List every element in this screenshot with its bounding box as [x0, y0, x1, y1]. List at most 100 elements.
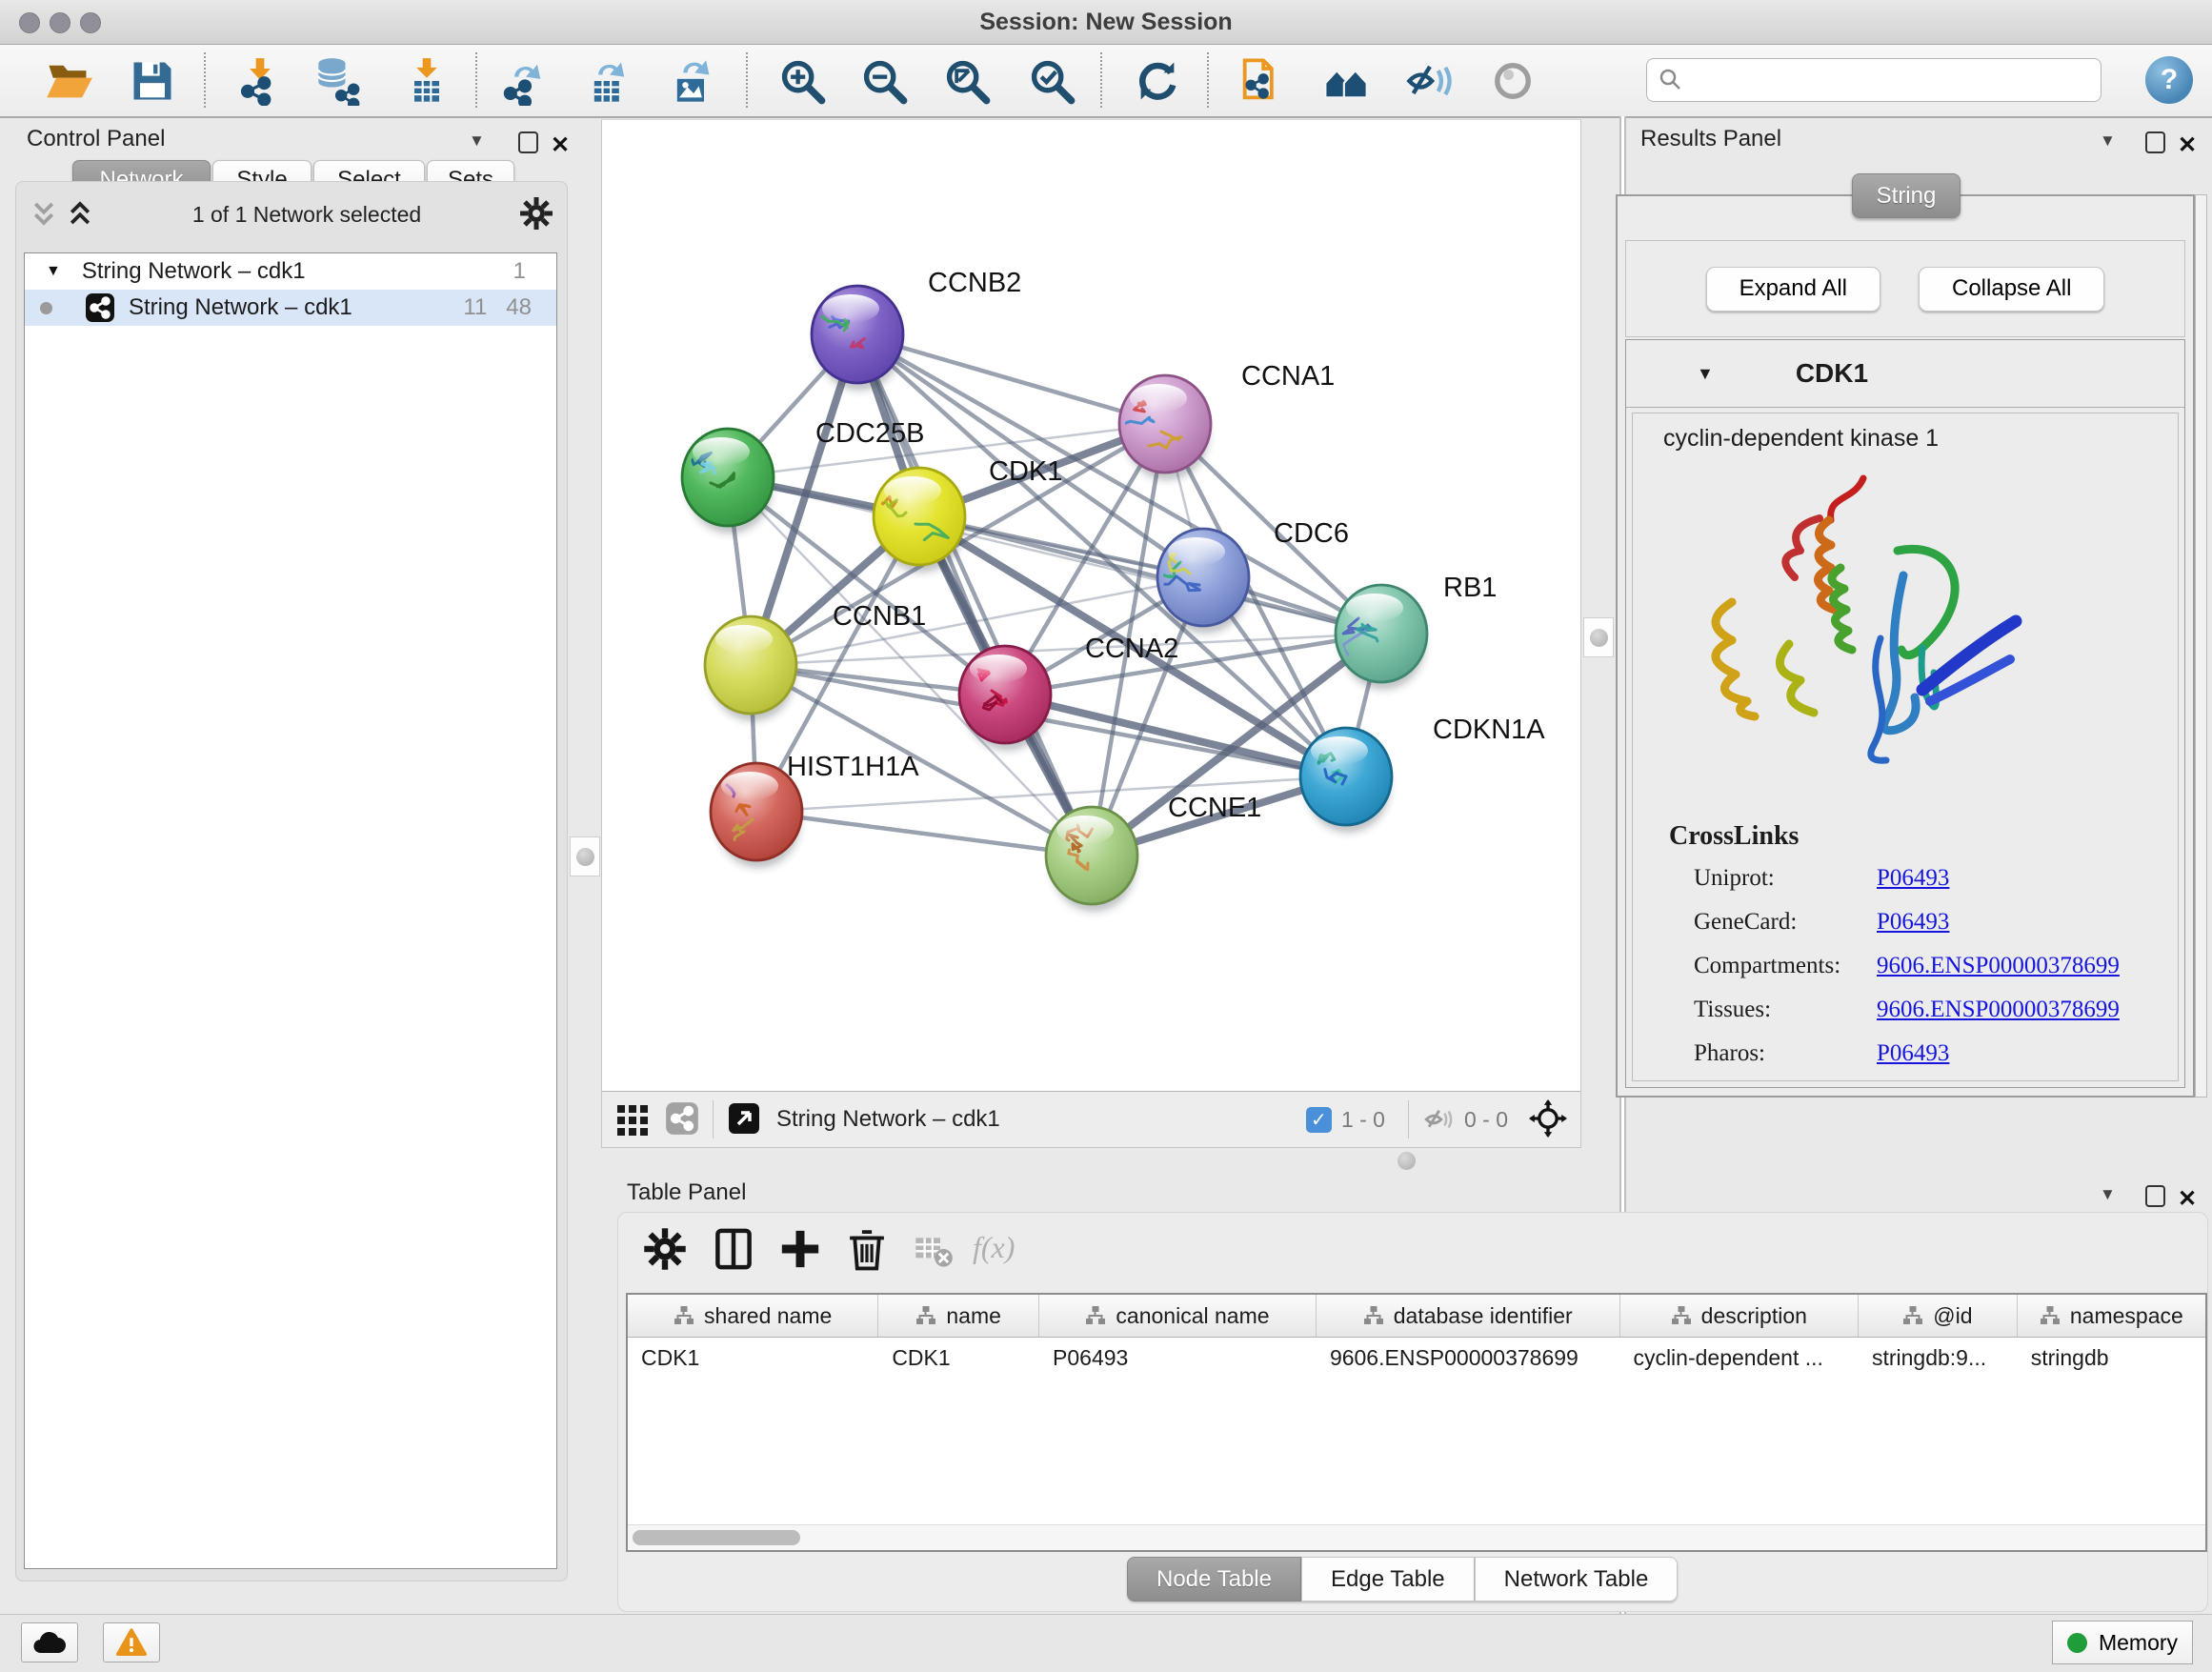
grid-icon: [615, 1101, 650, 1136]
scrollbar-thumb[interactable]: [633, 1530, 800, 1545]
column-header-canonical-name[interactable]: canonical name: [1039, 1295, 1317, 1337]
function-builder-button[interactable]: f(x): [973, 1230, 1015, 1278]
expand-all-button[interactable]: Expand All: [1706, 267, 1880, 312]
tissues-link[interactable]: 9606.ENSP00000378699: [1877, 997, 2120, 1023]
collapse-all-networks-button[interactable]: [30, 199, 58, 231]
grid-view-button[interactable]: [615, 1101, 650, 1138]
expand-all-networks-button[interactable]: [66, 199, 94, 231]
column-header-shared-name[interactable]: shared name: [628, 1295, 878, 1337]
table-panel: f(x) shared name name canonical name dat…: [617, 1212, 2208, 1612]
collapse-all-button[interactable]: Collapse All: [1919, 267, 2104, 312]
results-panel-menu-button[interactable]: ▼: [2100, 131, 2116, 151]
network-row-selected[interactable]: String Network – cdk1 11 48: [25, 290, 556, 326]
column-header-namespace[interactable]: namespace: [2018, 1295, 2205, 1337]
enhanced-graphics-button[interactable]: [1486, 54, 1539, 108]
export-network-button[interactable]: [498, 54, 552, 108]
column-header-database-identifier[interactable]: database identifier: [1317, 1295, 1620, 1337]
results-panel-close-button[interactable]: ✕: [2178, 131, 2197, 159]
network-node-ccnb2[interactable]: [812, 286, 903, 391]
warnings-button[interactable]: [103, 1622, 160, 1662]
birdseye-toggle-button[interactable]: [1529, 1099, 1567, 1140]
results-scrollbar[interactable]: [2195, 194, 2207, 1098]
right-splitter-handle[interactable]: [1583, 617, 1614, 657]
memory-button[interactable]: Memory: [2052, 1621, 2193, 1664]
question-icon: ?: [2161, 64, 2178, 96]
network-node-ccne1[interactable]: [1046, 807, 1137, 912]
control-panel-float-button[interactable]: [518, 131, 538, 156]
export-table-button[interactable]: [582, 54, 635, 108]
network-view-share-button[interactable]: [665, 1101, 699, 1138]
export-image-button[interactable]: [665, 54, 718, 108]
zoom-out-icon: [859, 56, 909, 106]
control-panel-close-button[interactable]: ✕: [551, 131, 570, 159]
help-button[interactable]: ?: [2145, 56, 2193, 104]
zoom-in-button[interactable]: [775, 54, 829, 108]
import-table-button[interactable]: [400, 54, 453, 108]
column-scope-icon: [915, 1305, 936, 1326]
table-panel-float-button[interactable]: [2145, 1185, 2165, 1210]
plus-icon: [778, 1227, 822, 1271]
close-icon: ✕: [2178, 1186, 2197, 1212]
tab-network-table[interactable]: Network Table: [1475, 1557, 1679, 1601]
network-collection-row[interactable]: ▼ String Network – cdk1 1: [25, 253, 556, 290]
uniprot-link[interactable]: P06493: [1877, 865, 1949, 892]
table-panel-title: Table Panel: [627, 1179, 746, 1206]
results-panel-float-button[interactable]: [2145, 131, 2165, 156]
network-node-ccnb1[interactable]: [705, 616, 796, 721]
network-node-rb1[interactable]: [1336, 585, 1427, 690]
pharos-link[interactable]: P06493: [1877, 1040, 1949, 1067]
search-input[interactable]: [1693, 67, 2091, 94]
tab-node-table[interactable]: Node Table: [1127, 1557, 1301, 1601]
apply-layout-button[interactable]: [1131, 54, 1184, 108]
zoom-out-button[interactable]: [857, 54, 911, 108]
create-column-button[interactable]: [776, 1226, 824, 1274]
open-session-button[interactable]: [42, 54, 95, 108]
network-node-ccna2[interactable]: [959, 646, 1051, 751]
left-splitter-handle[interactable]: [570, 836, 600, 876]
table-horizontal-scrollbar[interactable]: [628, 1524, 2205, 1550]
table-options-button[interactable]: [641, 1226, 689, 1274]
import-network-from-database-button[interactable]: [312, 54, 366, 108]
window-title: Session: New Session: [0, 9, 2212, 36]
tab-string-results[interactable]: String: [1852, 173, 1961, 218]
string-import-button[interactable]: [1235, 54, 1288, 108]
zoom-fit-button[interactable]: [940, 54, 994, 108]
open-folder-icon: [44, 56, 93, 106]
column-header-id[interactable]: @id: [1859, 1295, 2018, 1337]
eye-slash-waves-icon: [1405, 56, 1455, 106]
hide-glass-button[interactable]: [1403, 54, 1457, 108]
network-node-cdk1[interactable]: [868, 468, 965, 573]
gene-section-header[interactable]: ▼ CDK1: [1626, 340, 2184, 408]
network-node-ccna1[interactable]: [1119, 375, 1211, 480]
network-options-button[interactable]: [519, 196, 553, 233]
column-header-description[interactable]: description: [1620, 1295, 1860, 1337]
compartments-link[interactable]: 9606.ENSP00000378699: [1877, 953, 2120, 979]
string-home-button[interactable]: [1319, 54, 1373, 108]
zoom-selected-button[interactable]: [1025, 54, 1078, 108]
delete-columns-button[interactable]: [843, 1226, 891, 1274]
search-box[interactable]: [1646, 58, 2101, 102]
table-row[interactable]: CDK1 CDK1 P06493 9606.ENSP00000378699 cy…: [628, 1338, 2205, 1378]
save-session-button[interactable]: [126, 54, 179, 108]
tab-edge-table[interactable]: Edge Table: [1301, 1557, 1475, 1601]
cloud-status-button[interactable]: [21, 1622, 78, 1662]
node-label: CDC25B: [815, 418, 924, 449]
table-panel-close-button[interactable]: ✕: [2178, 1185, 2197, 1213]
toolbar-separator: [204, 52, 206, 108]
control-panel-menu-button[interactable]: ▼: [469, 131, 485, 151]
network-canvas[interactable]: CCNB2CCNA1CDC25BCDK1CDC6RB1CCNB1CCNA2CDK…: [602, 120, 1580, 1088]
gene-section: ▼ CDK1 cyclin-dependent kinase 1: [1625, 339, 2185, 1088]
genecard-link[interactable]: P06493: [1877, 909, 1949, 936]
network-node-cdc25b[interactable]: [682, 429, 774, 534]
network-node-cdkn1a[interactable]: [1300, 728, 1392, 833]
toolbar-separator: [746, 52, 748, 108]
detach-view-button[interactable]: [727, 1101, 761, 1138]
show-columns-button[interactable]: [710, 1226, 757, 1274]
delete-table-button[interactable]: [910, 1226, 957, 1274]
column-header-name[interactable]: name: [878, 1295, 1039, 1337]
table-panel-menu-button[interactable]: ▼: [2100, 1185, 2116, 1204]
horizontal-splitter-handle[interactable]: [1395, 1151, 1418, 1170]
selected-checkbox-icon[interactable]: ✓: [1306, 1107, 1332, 1133]
import-network-button[interactable]: [233, 54, 287, 108]
control-panel: 1 of 1 Network selected ▼ String Network…: [15, 181, 568, 1581]
